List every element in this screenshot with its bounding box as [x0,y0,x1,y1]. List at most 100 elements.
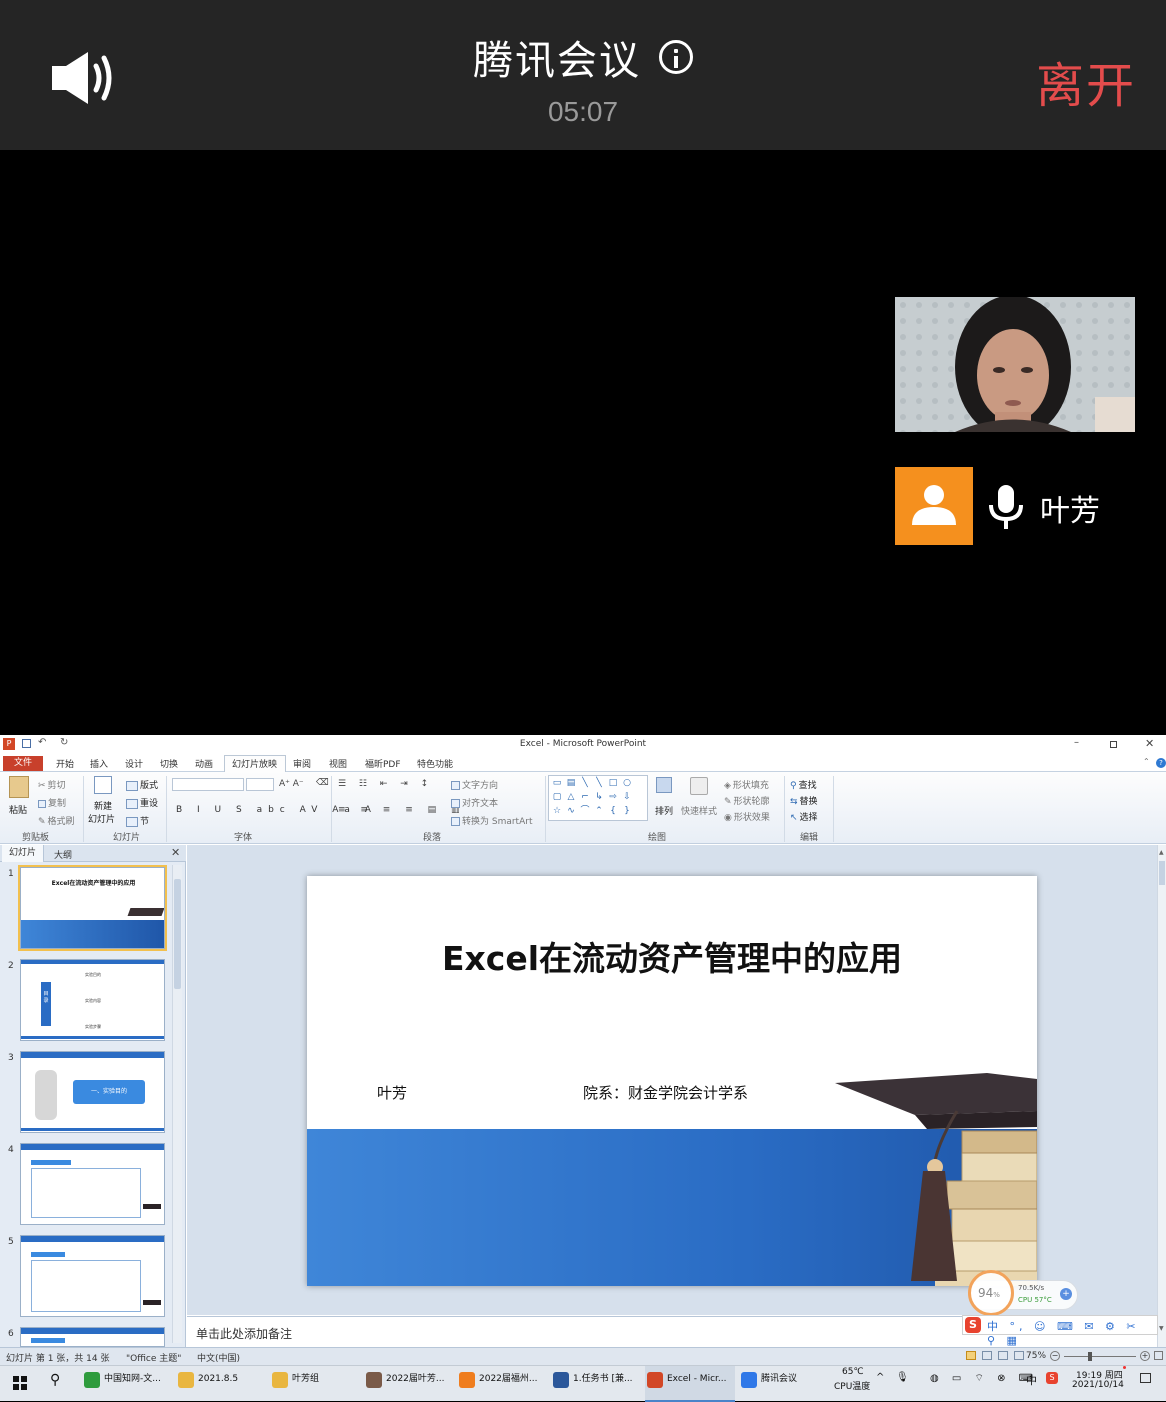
windows-start-icon[interactable] [13,1376,27,1390]
ime-toolbar[interactable]: S 中 °, ☺ ⌨ ✉ ⚙ ✂ ⚲ ▦ [962,1315,1158,1347]
quick-styles-icon[interactable] [690,777,708,795]
zoom-out-icon[interactable]: − [1050,1351,1060,1361]
leave-button[interactable]: 离开 [1036,46,1136,116]
tab-animations[interactable]: 动画 [195,757,213,770]
participant-avatar[interactable] [895,467,973,545]
taskbar-item-word[interactable]: 1.任务书 [兼... [551,1366,639,1402]
triangle-shape-icon[interactable]: △ [565,792,577,803]
brace-shape-icon[interactable]: } [621,806,633,817]
maximize-icon[interactable] [1110,741,1117,748]
reading-view-icon[interactable] [998,1351,1008,1360]
textbox-shape-icon[interactable]: ▤ [565,778,577,789]
smartart-button[interactable]: 转换为 SmartArt [451,814,532,827]
slide-thumbnail-3[interactable]: 一、实验目的 [20,1051,165,1133]
replace-button[interactable]: ⇆ 替换 [790,794,818,807]
taskbar-item-folder-1[interactable]: 2021.8.5 [176,1366,264,1402]
slide-thumbnail-6[interactable] [20,1327,165,1347]
tab-outline[interactable]: 大纲 [54,848,72,861]
vertical-scrollbar[interactable]: ▲ ▼ [1157,845,1166,1347]
taskbar-item-chat[interactable]: 2022届叶芳... [364,1366,452,1402]
taskbar-item-folder-2[interactable]: 叶芳组 [270,1366,358,1402]
new-slide-label-2[interactable]: 幻灯片 [88,812,115,825]
cut-button[interactable]: ✂ 剪切 [38,778,66,791]
freeform-shape-icon[interactable]: ⌃ [593,806,605,817]
participant-video[interactable] [895,297,1135,432]
tab-review[interactable]: 审阅 [293,757,311,770]
arrow-down-shape-icon[interactable]: ⇩ [621,792,633,803]
layout-button[interactable]: 版式 [126,778,158,791]
connector-shape-icon[interactable]: ↳ [593,792,605,803]
brace-shape-icon[interactable]: { [607,806,619,817]
zoom-in-icon[interactable]: + [1140,1351,1150,1361]
microphone-tray-icon[interactable]: 🎙 [896,1372,909,1383]
ime-indicator[interactable]: 中 [1026,1372,1037,1388]
current-slide[interactable]: Excel在流动资产管理中的应用 叶芳 院系：财金学院会计学系 [307,876,1037,1286]
ribbon-collapse-icon[interactable]: ⌃ [1143,757,1150,766]
help-icon[interactable]: ? [1156,758,1166,768]
grow-font-icon[interactable]: A⁺ A⁻ [279,779,304,789]
taskbar-item-tencent-meeting[interactable]: 腾讯会议 [739,1366,827,1402]
shapes-gallery[interactable]: ▭ ▤ ╲ ╲ □ ○ ▢ △ ⌐ ↳ ⇨ ⇩ ☆ ∿ ⌒ ⌃ { } [548,775,648,821]
tab-special[interactable]: 特色功能 [417,757,453,770]
slide-thumbnail-2[interactable]: 目 录 实验目的 实验内容 实验步骤 [20,959,165,1041]
slide-title[interactable]: Excel在流动资产管理中的应用 [307,932,1037,980]
search-icon[interactable]: ⚲ [50,1372,60,1388]
rounded-rect-shape-icon[interactable]: ▢ [551,792,563,803]
slide-thumbnail-1[interactable]: Excel在流动资产管理中的应用 [18,865,167,951]
tab-view[interactable]: 视图 [329,757,347,770]
tab-slideshow[interactable]: 幻灯片放映 [232,757,277,770]
reset-button[interactable]: 重设 [126,796,158,809]
line-shape-icon[interactable]: ╲ [579,778,591,789]
shape-effects-button[interactable]: ◉ 形状效果 [724,810,770,823]
tab-transitions[interactable]: 切换 [160,757,178,770]
scroll-down-icon[interactable]: ▼ [1159,1325,1165,1333]
slide-author[interactable]: 叶芳 [377,1082,407,1103]
text-direction-button[interactable]: 文字方向 [451,778,498,791]
minimize-icon[interactable]: – [1074,737,1079,748]
copy-button[interactable]: 复制 [38,796,66,809]
arrange-icon[interactable] [656,777,672,793]
zoom-level[interactable]: 75% [1026,1351,1046,1361]
notification-center-icon[interactable] [1140,1373,1151,1383]
font-name-box[interactable] [172,778,244,791]
arrange-button[interactable]: 排列 [655,804,673,817]
line-shape-icon[interactable]: ╲ [593,778,605,789]
scroll-up-icon[interactable]: ▲ [1159,849,1165,857]
taskbar-item-cnki[interactable]: 中国知网-文... [82,1366,170,1402]
tab-design[interactable]: 设计 [125,757,143,770]
textbox-shape-icon[interactable]: ▭ [551,778,563,789]
shape-fill-button[interactable]: ◈ 形状填充 [724,778,769,791]
select-button[interactable]: ↖ 选择 [790,810,818,823]
close-panel-icon[interactable]: ✕ [171,846,180,859]
sorter-view-icon[interactable] [982,1351,992,1360]
section-button[interactable]: 节 [126,814,149,827]
plus-icon[interactable]: + [1060,1288,1072,1300]
clear-format-icon[interactable]: ⌫ [316,778,329,788]
format-painter-button[interactable]: ✎ 格式刷 [38,814,75,827]
sogou-tray-icon[interactable]: S [1046,1372,1058,1384]
quick-styles-button[interactable]: 快速样式 [681,804,717,817]
close-icon[interactable]: ✕ [1145,737,1154,750]
normal-view-icon[interactable] [966,1351,976,1360]
new-slide-label-1[interactable]: 新建 [94,799,112,812]
tray-icons[interactable]: ◍ ▭ ⌔ ⊗ ⌨ [930,1372,1038,1385]
info-icon[interactable] [659,40,693,74]
shape-outline-button[interactable]: ✎ 形状轮廓 [724,794,770,807]
notes-placeholder[interactable]: 单击此处添加备注 [196,1325,292,1342]
rectangle-shape-icon[interactable]: □ [607,778,619,789]
paste-icon[interactable] [9,776,29,798]
curve-shape-icon[interactable]: ∿ [565,806,577,817]
tab-insert[interactable]: 插入 [90,757,108,770]
connector-shape-icon[interactable]: ⌐ [579,792,591,803]
slide-thumbnail-5[interactable] [20,1235,165,1317]
chevron-up-icon[interactable]: ^ [876,1372,884,1383]
curve-shape-icon[interactable]: ⌒ [579,806,591,817]
slideshow-view-icon[interactable] [1014,1351,1024,1360]
align-text-button[interactable]: 对齐文本 [451,796,498,809]
oval-shape-icon[interactable]: ○ [621,778,633,789]
scroll-thumb[interactable] [174,879,181,989]
cpu-monitor-widget[interactable]: 94% 70.5K/s CPU 57°C + [968,1270,1078,1316]
tab-home[interactable]: 开始 [56,757,74,770]
ime-toolbar-icons[interactable]: 中 °, ☺ ⌨ ✉ ⚙ ✂ ⚲ ▦ [987,1318,1157,1347]
find-button[interactable]: ⚲ 查找 [790,778,817,791]
